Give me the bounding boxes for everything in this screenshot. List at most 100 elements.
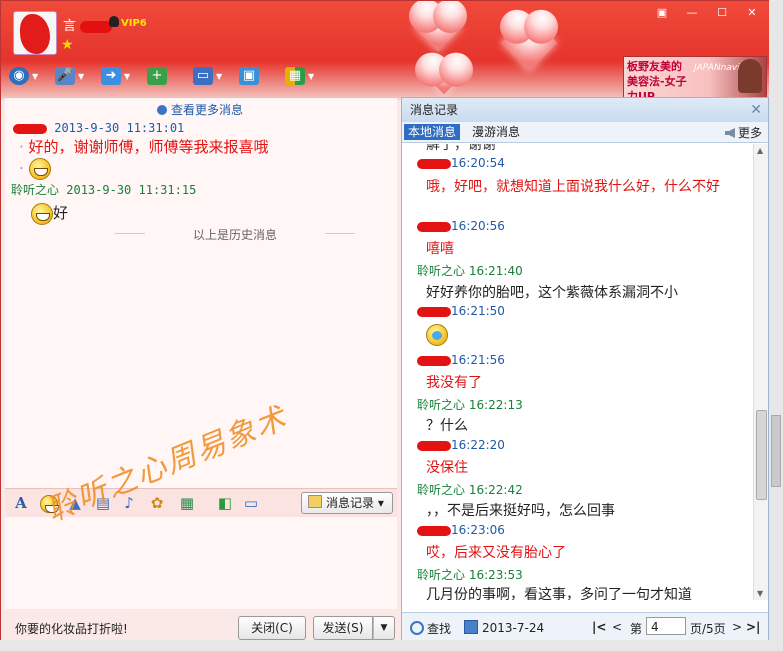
sender-name[interactable]: 聆听之心 <box>11 183 59 197</box>
voice-call-button[interactable]: 🎤 ▼ <box>55 64 99 88</box>
chevron-down-icon[interactable]: ▼ <box>216 72 222 81</box>
video-call-button[interactable]: ◉ ▼ <box>9 64 53 88</box>
record-scrollbar[interactable]: ▲ ▼ <box>753 144 768 600</box>
record-entry-header: 16:22:20 <box>417 438 505 452</box>
sender-redaction <box>417 440 451 451</box>
record-footer: 查找 2013-7-24 |< < 第 4 页/5页 > >| <box>402 612 768 641</box>
sender-redaction <box>417 306 451 317</box>
record-entry-header: 聆听之心 16:22:13 <box>417 398 523 412</box>
view-more-messages-link[interactable]: 查看更多消息 <box>157 101 243 118</box>
close-window-button[interactable]: ✕ <box>740 5 764 21</box>
create-discussion-button[interactable]: + <box>147 64 191 88</box>
tab-roaming-messages[interactable]: 漫游消息 <box>468 124 524 140</box>
chat-window: 言 VIP6 ★ ▣ — ☐ ✕ 板野友美的美容法-女子力UP JAPANnav… <box>0 0 771 642</box>
screenshot-icon[interactable]: ▭ <box>241 493 261 513</box>
banner-ad-brand: JAPANnavis <box>694 63 745 73</box>
outer-bottom-edge <box>0 640 783 651</box>
close-button[interactable]: 关闭(C) <box>238 616 306 640</box>
tab-local-messages[interactable]: 本地消息 <box>404 124 461 140</box>
font-icon[interactable]: A <box>11 493 31 513</box>
music-icon[interactable]: ◧ <box>215 493 235 513</box>
compose-toolbar: A ▲ ▤ ♪ ✿ ▦ ◧ ▭ 消息记录 ▾ <box>5 488 397 518</box>
message-history-button[interactable]: 消息记录 ▾ <box>301 492 393 514</box>
grin-emoji-icon <box>28 158 51 180</box>
folder-arrow-icon: ➜ <box>101 67 121 85</box>
emoji-icon[interactable] <box>39 493 59 513</box>
search-button[interactable]: 查找 <box>410 620 451 637</box>
video-icon: ◉ <box>9 67 29 85</box>
send-options-button[interactable]: ▼ <box>373 616 395 640</box>
record-entry-header: 16:20:56 <box>417 219 505 233</box>
chevron-down-icon[interactable]: ▼ <box>124 72 130 81</box>
first-page-button[interactable]: |< <box>592 620 606 634</box>
message-header: 聆听之心 2013-9-30 11:31:15 <box>11 181 196 198</box>
window-controls: ▣ — ☐ ✕ <box>650 5 764 21</box>
record-entry-header: 聆听之心 16:21:40 <box>417 264 523 278</box>
page-label: 第 <box>630 622 643 636</box>
record-entry-text: 没保住 <box>426 460 468 476</box>
message-input[interactable] <box>5 517 397 609</box>
gift-icon[interactable]: ✿ <box>147 493 167 513</box>
close-icon[interactable]: ✕ <box>750 98 762 122</box>
screen-share-icon: ▣ <box>239 67 259 85</box>
message-record-panel: 消息记录 ✕ 本地消息 漫游消息 更多 解了，谢谢 16:20:54 哦，好吧，就… <box>401 97 769 641</box>
maximize-button[interactable]: ☐ <box>710 5 734 21</box>
record-entry-header: 16:23:06 <box>417 523 505 537</box>
sender-redaction <box>417 355 451 366</box>
skin-button[interactable]: ▣ <box>650 5 674 21</box>
avatar-redaction <box>20 14 50 54</box>
voice-message-icon[interactable]: ♪ <box>119 493 139 513</box>
sender-redaction <box>13 123 47 134</box>
send-file-button[interactable]: ➜ ▼ <box>101 64 145 88</box>
vip-badge[interactable]: VIP6 <box>109 16 147 29</box>
scroll-up-icon[interactable]: ▲ <box>757 146 763 155</box>
sender-redaction <box>417 525 451 536</box>
apps-button[interactable]: ▦ ▼ <box>285 64 329 88</box>
message-text: · 好的，谢谢师傅，师傅等我来报喜哦 <box>19 138 269 156</box>
magic-hat-icon[interactable]: ▲ <box>65 493 85 513</box>
screen-share-button[interactable]: ▣ <box>239 64 283 88</box>
record-list[interactable]: 解了，谢谢 16:20:54 哦，好吧，就想知道上面说我什么好，什么不好 16:… <box>402 144 750 600</box>
scroll-thumb[interactable] <box>756 410 767 500</box>
apps-grid-icon: ▦ <box>285 67 305 85</box>
outer-scroll-thumb[interactable] <box>771 415 781 487</box>
outer-scrollbar[interactable] <box>769 0 783 651</box>
nickname-redaction <box>80 20 113 33</box>
record-entry-text: 我没有了 <box>426 375 482 391</box>
send-button[interactable]: 发送(S) <box>313 616 373 640</box>
chevron-down-icon[interactable]: ▼ <box>308 72 314 81</box>
chevron-down-icon[interactable]: ▼ <box>32 72 38 81</box>
date-picker[interactable]: 2013-7-24 <box>464 620 544 635</box>
avatar[interactable] <box>13 11 57 55</box>
record-entry-emoji <box>426 324 448 351</box>
minimize-button[interactable]: — <box>680 5 704 21</box>
scroll-down-icon[interactable]: ▼ <box>757 589 763 598</box>
last-page-button[interactable]: >| <box>746 620 760 634</box>
banner-ad[interactable]: 板野友美的美容法-女子力UP JAPANnavis <box>623 56 767 103</box>
record-entry-text: 哦，好吧，就想知道上面说我什么好，什么不好 <box>426 179 720 195</box>
page-number-input[interactable]: 4 <box>646 617 686 635</box>
image-icon[interactable]: ▦ <box>177 493 197 513</box>
chat-history[interactable]: 查看更多消息 2013-9-30 11:31:01 · 好的，谢谢师傅，师傅等我… <box>5 97 397 488</box>
qq-penguin-icon <box>109 16 119 27</box>
record-entry-text: 几月份的事啊，看这事，多问了一句才知道 <box>426 587 692 600</box>
calendar-icon <box>464 620 478 634</box>
prev-page-button[interactable]: < <box>612 620 622 634</box>
microphone-icon: 🎤 <box>55 67 75 85</box>
clock-icon <box>157 105 167 115</box>
more-button[interactable]: 更多 <box>724 124 762 141</box>
skin-hearts-decoration <box>391 1 631 95</box>
ad-text-link[interactable]: 你要的化妆品打折啦! <box>15 620 128 637</box>
next-page-button[interactable]: > <box>732 620 742 634</box>
star-icon[interactable]: ★ <box>61 37 74 53</box>
video-clip-icon[interactable]: ▤ <box>93 493 113 513</box>
remote-assist-button[interactable]: ▭ ▼ <box>193 64 237 88</box>
record-entry-header: 聆听之心 16:23:53 <box>417 568 523 582</box>
chevron-down-icon[interactable]: ▼ <box>78 72 84 81</box>
sender-redaction <box>417 158 451 169</box>
sender-redaction <box>417 221 451 232</box>
record-entry-header: 聆听之心 16:22:42 <box>417 483 523 497</box>
record-entry-header: 16:21:56 <box>417 353 505 367</box>
record-entry-header: 16:21:50 <box>417 304 505 318</box>
main-toolbar: ◉ ▼ 🎤 ▼ ➜ ▼ + ▭ ▼ ▣ ▦ ▼ <box>9 64 329 88</box>
